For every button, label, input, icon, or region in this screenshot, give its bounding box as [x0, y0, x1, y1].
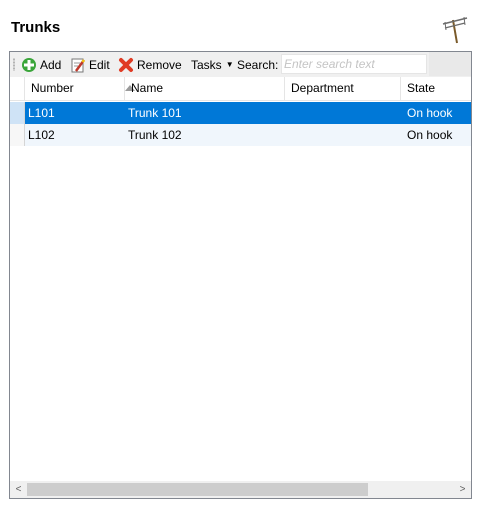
remove-label: Remove — [137, 58, 182, 72]
column-header-label: Number — [31, 81, 74, 95]
column-header-label: Department — [291, 81, 354, 95]
scrollbar-thumb[interactable] — [27, 483, 368, 496]
cell-department — [285, 102, 401, 124]
row-header[interactable] — [10, 102, 25, 124]
column-header-number[interactable]: Number — [25, 77, 135, 100]
cell-state: On hook — [407, 106, 453, 120]
column-header-label: State — [407, 81, 436, 95]
cell-department — [285, 124, 401, 146]
antenna-icon — [442, 16, 468, 44]
remove-button[interactable]: Remove — [118, 56, 182, 74]
column-header-state[interactable]: State — [401, 77, 471, 100]
add-button[interactable]: Add — [21, 56, 61, 74]
column-header-department[interactable]: Department — [285, 77, 401, 100]
table-row[interactable]: L101 Trunk 101 On hook — [10, 102, 471, 124]
cell-name: Trunk 102 — [128, 128, 182, 142]
edit-icon — [71, 58, 86, 73]
add-label: Add — [40, 58, 62, 72]
add-icon — [22, 58, 36, 72]
scroll-right-icon[interactable]: > — [454, 481, 471, 498]
horizontal-scrollbar[interactable]: < > — [10, 481, 471, 498]
tasks-dropdown[interactable]: Tasks ▼ — [191, 56, 234, 74]
toolbar-overflow — [429, 52, 471, 76]
toolbar-grip[interactable] — [13, 58, 15, 71]
remove-icon — [119, 58, 133, 72]
cell-number: L102 — [28, 128, 55, 142]
cell-number: L101 — [28, 106, 55, 120]
table-row[interactable]: L102 Trunk 102 On hook — [10, 124, 471, 146]
scroll-left-icon[interactable]: < — [10, 481, 27, 498]
row-header-corner — [10, 77, 25, 100]
row-header[interactable] — [10, 124, 25, 146]
column-header-label: Name — [131, 81, 164, 95]
trunks-panel: Add Edit Remove Tasks ▼ Search: Enter se… — [9, 51, 472, 499]
edit-button[interactable]: Edit — [70, 56, 110, 74]
search-label: Search: — [237, 58, 279, 72]
column-header-name[interactable]: Name — [125, 77, 285, 100]
chevron-down-icon: ▼ — [225, 60, 234, 69]
cell-name: Trunk 101 — [128, 106, 182, 120]
search-field[interactable] — [281, 54, 427, 74]
search-input[interactable] — [284, 57, 422, 71]
tasks-label: Tasks — [191, 58, 222, 72]
cell-state: On hook — [407, 128, 453, 142]
grid-header: Number Name Department State — [10, 77, 471, 101]
edit-label: Edit — [89, 58, 110, 72]
toolbar: Add Edit Remove Tasks ▼ Search: — [10, 52, 471, 78]
page-title: Trunks — [11, 19, 61, 36]
